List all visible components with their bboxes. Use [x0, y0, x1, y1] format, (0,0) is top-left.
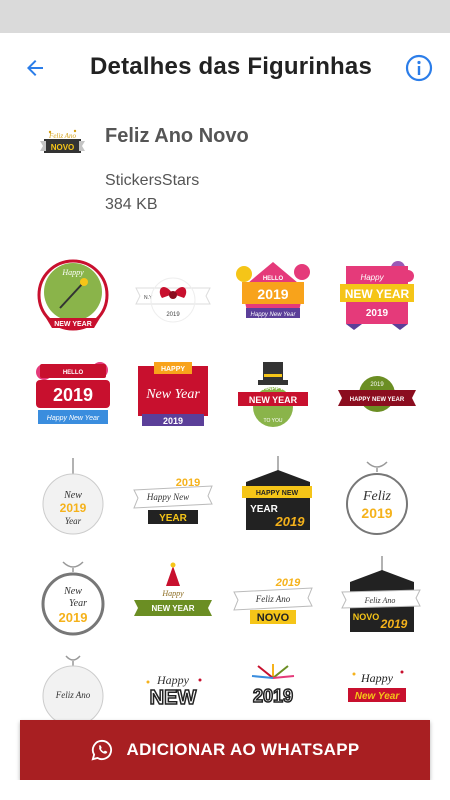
- svg-text:HAPPY: HAPPY: [161, 366, 185, 373]
- sticker-3[interactable]: HELLO 2019 Happy New Year: [228, 250, 318, 340]
- sticker-10[interactable]: 2019 Happy New YEAR: [128, 452, 218, 542]
- back-button[interactable]: [20, 53, 50, 83]
- svg-text:Feliz Ano: Feliz Ano: [55, 690, 91, 700]
- svg-text:NOVO: NOVO: [353, 612, 380, 622]
- svg-text:Feliz: Feliz: [362, 489, 392, 504]
- svg-text:2019: 2019: [166, 312, 180, 318]
- tray-text-top: Feliz Ano: [48, 132, 76, 140]
- pack-size: 384 KB: [105, 196, 158, 213]
- svg-text:2019: 2019: [163, 416, 183, 426]
- svg-text:2019: 2019: [370, 382, 384, 388]
- status-bar: [0, 0, 450, 33]
- svg-text:NEW YEAR: NEW YEAR: [54, 321, 92, 328]
- svg-text:HAPPY NEW: HAPPY NEW: [256, 490, 299, 497]
- sticker-16[interactable]: Feliz Ano NOVO 2019: [332, 552, 422, 642]
- sticker-19[interactable]: 2019: [228, 652, 318, 720]
- svg-text:Happy New: Happy New: [146, 492, 189, 502]
- svg-text:NEW: NEW: [150, 687, 197, 709]
- svg-text:HELLO: HELLO: [263, 276, 284, 282]
- sticker-14[interactable]: Happy NEW YEAR: [128, 552, 218, 642]
- bottom-spacer: [0, 780, 450, 800]
- sticker-grid: Happy NEW YEAR N.Y 2019 HELLO 2019 Happy…: [0, 250, 450, 720]
- pack-header: Feliz Ano NOVO Feliz Ano Novo StickersSt…: [0, 101, 450, 231]
- svg-text:2019: 2019: [53, 385, 93, 405]
- app-bar: Detalhes das Figurinhas: [0, 33, 450, 101]
- svg-text:NEW YEAR: NEW YEAR: [249, 395, 298, 405]
- svg-text:2019: 2019: [59, 610, 88, 625]
- svg-text:Happy: Happy: [156, 673, 190, 687]
- sticker-13[interactable]: New Year 2019: [28, 552, 118, 642]
- sticker-15[interactable]: 2019 Feliz Ano NOVO: [228, 552, 318, 642]
- svg-text:Happy: Happy: [161, 589, 184, 598]
- svg-text:2019: 2019: [275, 514, 306, 529]
- svg-text:2019: 2019: [257, 286, 288, 302]
- tray-text-bottom: NOVO: [51, 143, 75, 152]
- pack-publisher: StickersStars: [105, 172, 200, 189]
- info-icon: [405, 54, 433, 82]
- arrow-left-icon: [27, 60, 43, 76]
- svg-text:2019: 2019: [366, 308, 389, 319]
- sticker-1[interactable]: Happy NEW YEAR: [28, 250, 118, 340]
- sticker-17[interactable]: Feliz Ano: [28, 652, 118, 720]
- svg-text:Happy New Year: Happy New Year: [47, 415, 100, 422]
- svg-text:New Year: New Year: [145, 387, 200, 402]
- sticker-11[interactable]: HAPPY NEW YEAR 2019: [228, 452, 318, 542]
- sticker-9[interactable]: New 2019 Year: [28, 452, 118, 542]
- svg-text:NEW YEAR: NEW YEAR: [345, 287, 410, 301]
- svg-text:HAPPY: HAPPY: [263, 386, 284, 392]
- svg-text:2019: 2019: [380, 617, 408, 631]
- info-button[interactable]: [404, 53, 434, 83]
- svg-text:New Year: New Year: [355, 691, 401, 702]
- sticker-7[interactable]: HAPPY NEW YEAR TO YOU: [228, 352, 318, 442]
- svg-text:Happy: Happy: [61, 268, 84, 277]
- svg-text:HELLO: HELLO: [63, 370, 84, 376]
- sticker-8[interactable]: 2019 HAPPY NEW YEAR: [332, 352, 422, 442]
- svg-text:NEW YEAR: NEW YEAR: [152, 604, 195, 613]
- svg-text:Happy New Year: Happy New Year: [251, 312, 297, 318]
- svg-text:2019: 2019: [275, 577, 301, 589]
- svg-text:2019: 2019: [361, 505, 392, 521]
- tray-icon: Feliz Ano NOVO: [40, 127, 85, 165]
- sticker-4[interactable]: Happy NEW YEAR 2019: [332, 250, 422, 340]
- sticker-12[interactable]: Feliz 2019: [332, 452, 422, 542]
- sticker-20[interactable]: Happy New Year: [332, 652, 422, 720]
- svg-text:Feliz Ano: Feliz Ano: [364, 596, 396, 605]
- svg-text:TO YOU: TO YOU: [264, 418, 283, 424]
- page-title: Detalhes das Figurinhas: [90, 53, 373, 80]
- add-to-whatsapp-label: ADICIONAR AO WHATSAPP: [126, 740, 360, 759]
- svg-text:New: New: [63, 586, 82, 597]
- svg-text:2019: 2019: [60, 501, 87, 515]
- svg-text:Year: Year: [69, 598, 87, 609]
- whatsapp-icon: [91, 739, 112, 761]
- svg-text:HAPPY NEW YEAR: HAPPY NEW YEAR: [350, 397, 405, 403]
- sticker-18[interactable]: Happy NEW: [128, 652, 218, 720]
- svg-text:Year: Year: [65, 516, 82, 526]
- svg-text:NOVO: NOVO: [257, 612, 290, 624]
- svg-text:YEAR: YEAR: [159, 513, 188, 524]
- svg-text:New: New: [63, 490, 82, 501]
- svg-text:Happy: Happy: [360, 671, 394, 685]
- svg-text:Happy: Happy: [360, 273, 384, 282]
- sticker-2[interactable]: N.Y 2019: [128, 250, 218, 340]
- svg-text:Feliz Ano: Feliz Ano: [255, 594, 291, 604]
- add-to-whatsapp-button[interactable]: ADICIONAR AO WHATSAPP: [20, 720, 430, 780]
- svg-text:2019: 2019: [253, 686, 293, 706]
- sticker-5[interactable]: HELLO 2019 Happy New Year: [28, 352, 118, 442]
- pack-name: Feliz Ano Novo: [105, 125, 249, 147]
- sticker-6[interactable]: HAPPY New Year 2019: [128, 352, 218, 442]
- svg-text:YEAR: YEAR: [250, 504, 279, 515]
